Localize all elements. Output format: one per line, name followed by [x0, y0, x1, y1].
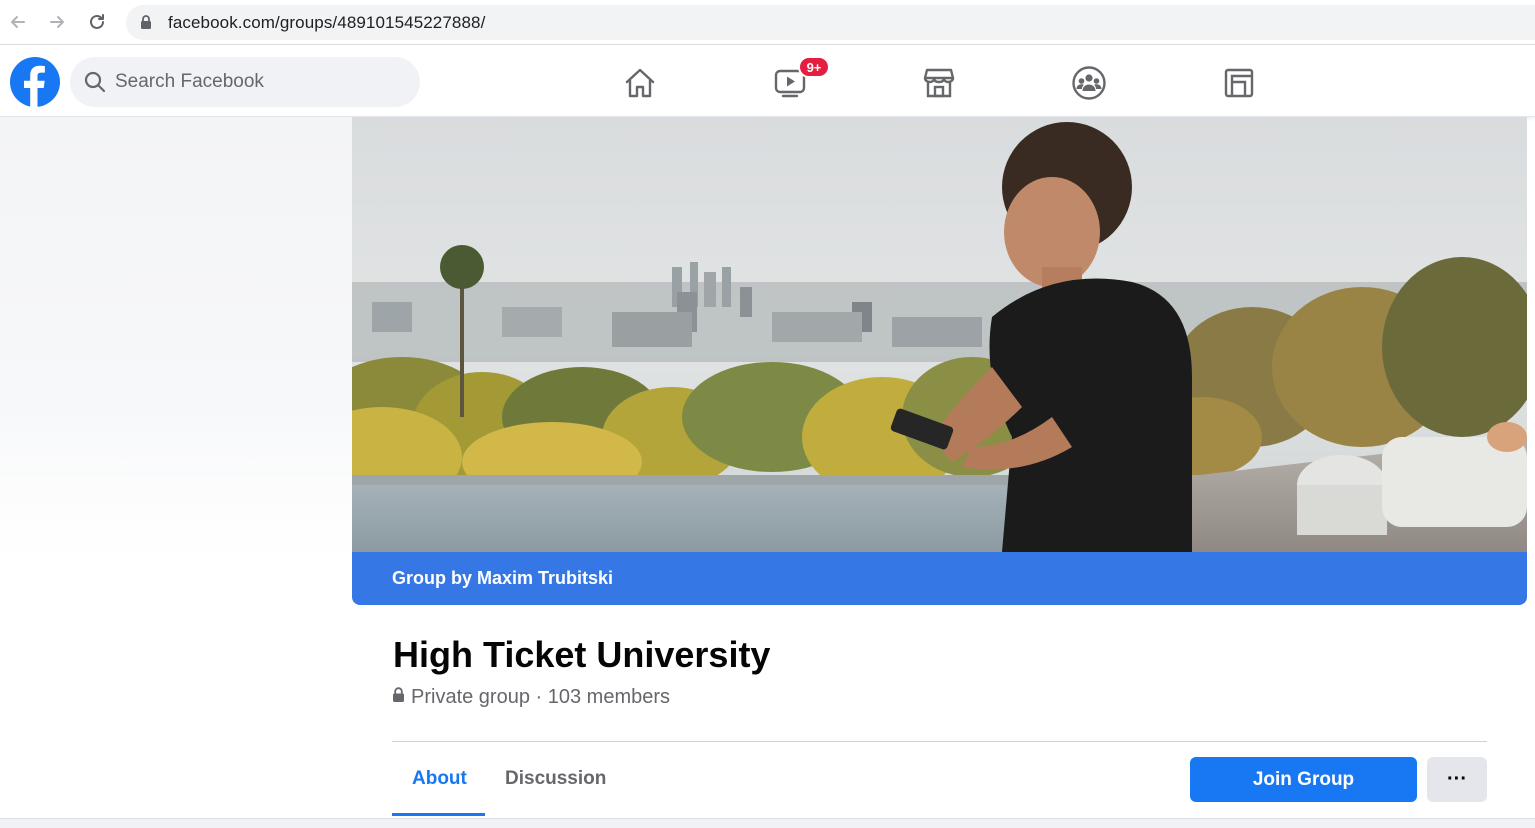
reload-icon[interactable] — [85, 10, 109, 34]
groups-icon[interactable] — [1071, 65, 1107, 101]
left-sidebar — [0, 117, 352, 828]
forward-arrow-icon[interactable] — [45, 10, 69, 34]
lock-icon — [140, 15, 152, 35]
facebook-logo-icon[interactable] — [10, 57, 60, 107]
address-bar[interactable]: facebook.com/groups/489101545227888/ — [126, 5, 1535, 40]
search-icon — [84, 71, 106, 98]
lock-icon — [392, 686, 405, 709]
section-divider — [392, 741, 1487, 742]
join-group-button[interactable]: Join Group — [1190, 757, 1417, 802]
search-placeholder: Search Facebook — [115, 71, 264, 92]
page-bottom-edge — [0, 818, 1535, 828]
url-text: facebook.com/groups/489101545227888/ — [168, 13, 486, 32]
cover-banner: Group by Maxim Trubitski — [352, 552, 1527, 605]
gaming-icon[interactable] — [1221, 65, 1257, 101]
search-input[interactable]: Search Facebook — [70, 57, 420, 107]
browser-toolbar: facebook.com/groups/489101545227888/ — [0, 0, 1535, 45]
tab-discussion[interactable]: Discussion — [505, 768, 606, 790]
more-options-button[interactable]: ··· — [1427, 757, 1487, 802]
group-privacy-members[interactable]: Private group · 103 members — [411, 686, 670, 709]
group-meta: Private group · 103 members — [392, 686, 670, 709]
active-tab-indicator — [392, 813, 485, 816]
watch-notification-badge: 9+ — [798, 56, 830, 78]
facebook-header: Search Facebook 9+ — [0, 46, 1535, 117]
group-owner-label[interactable]: Group by Maxim Trubitski — [392, 568, 613, 589]
back-arrow-icon[interactable] — [6, 10, 30, 34]
home-icon[interactable] — [622, 65, 658, 101]
tab-about[interactable]: About — [412, 768, 467, 790]
cover-photo — [352, 117, 1527, 552]
group-title: High Ticket University — [393, 634, 771, 675]
marketplace-icon[interactable] — [921, 65, 957, 101]
